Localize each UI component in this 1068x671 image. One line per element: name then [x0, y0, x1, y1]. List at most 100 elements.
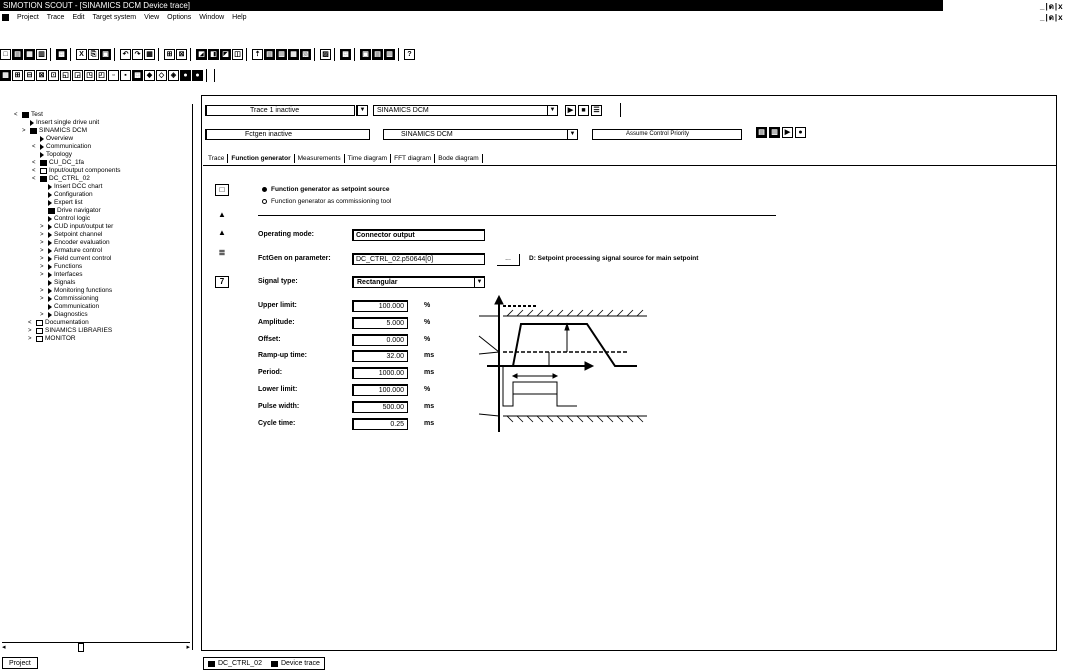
tree-item[interactable]: > CUD input/output ter — [40, 223, 113, 231]
tree-item[interactable]: > Encoder evaluation — [40, 239, 110, 247]
browse-button[interactable]: ... — [497, 254, 520, 266]
tree-item[interactable]: Topology — [32, 151, 72, 159]
arrange-icon[interactable]: ◱ — [60, 69, 71, 81]
new-page-icon[interactable]: □ — [215, 184, 229, 196]
device-icon[interactable]: ◫ — [232, 48, 243, 60]
tree-item[interactable]: < Communication — [32, 143, 91, 151]
scroll-thumb[interactable] — [78, 643, 84, 652]
inner-window-controls[interactable]: _|ด|x — [1040, 11, 1064, 24]
compare-icon[interactable]: ▧ — [300, 48, 311, 60]
tab-bode-diagram[interactable]: Bode diagram — [435, 154, 483, 163]
tree-item[interactable]: > Diagnostics — [40, 311, 88, 319]
tree-item[interactable]: Configuration — [40, 191, 93, 199]
param-input[interactable]: 32.00 — [352, 350, 408, 363]
tab-trace[interactable]: Trace — [205, 154, 229, 163]
expand-icon[interactable]: > — [40, 239, 46, 247]
param-input[interactable]: 5.000 — [352, 316, 408, 329]
target-icon[interactable]: ◪ — [220, 48, 231, 60]
expand-icon[interactable]: > — [40, 231, 46, 239]
play-icon[interactable]: ▶ — [565, 105, 576, 116]
radio-commissioning-tool[interactable]: Function generator as commissioning tool — [262, 198, 391, 205]
collapse-icon[interactable]: < — [28, 319, 34, 327]
trace-icon[interactable]: ▩ — [340, 48, 351, 60]
tab-function-generator[interactable]: Function generator — [228, 154, 295, 163]
tab-time-diagram[interactable]: Time diagram — [345, 154, 392, 163]
tab-project[interactable]: Project — [2, 657, 38, 669]
zoom-fit-icon[interactable]: ◰ — [96, 69, 107, 81]
fctgen-param-field[interactable]: DC_CTRL_02.p50644[0] — [352, 253, 485, 265]
expert-icon[interactable]: ⊞ — [12, 69, 23, 81]
param-input[interactable]: 0.000 — [352, 333, 408, 346]
menu-view[interactable]: View — [144, 14, 159, 21]
properties-icon[interactable]: ≣ — [215, 248, 229, 260]
tree-item[interactable]: Overview — [32, 135, 73, 143]
measure-icon[interactable]: ▩ — [132, 69, 143, 81]
scroll-right-icon[interactable]: ▸ — [186, 643, 190, 651]
expand-icon[interactable]: > — [40, 295, 46, 303]
redo-icon[interactable]: ↷ — [132, 48, 143, 60]
grid-icon[interactable]: ▦ — [144, 48, 155, 60]
expand-icon[interactable]: > — [40, 311, 46, 319]
record-icon[interactable]: ● — [180, 69, 191, 81]
expand-icon[interactable]: > — [40, 271, 46, 279]
load-cpu-icon[interactable]: ▤ — [264, 48, 275, 60]
connect-icon[interactable]: ◩ — [196, 48, 207, 60]
tree-item[interactable]: < Documentation — [28, 319, 89, 327]
marker-icon[interactable]: ▪ — [120, 69, 131, 81]
fctgen-start-icon[interactable]: ▶ — [782, 127, 793, 138]
new-icon[interactable]: □ — [0, 48, 11, 60]
tree-item[interactable]: Communication — [40, 303, 99, 311]
expand-icon[interactable]: > — [40, 223, 46, 231]
menu-target-system[interactable]: Target system — [93, 14, 137, 21]
tree-item[interactable]: > Monitoring functions — [40, 287, 112, 295]
menu-help[interactable]: Help — [232, 14, 246, 21]
upload-icon[interactable]: ⇡ — [252, 48, 263, 60]
expand-icon[interactable]: > — [22, 127, 28, 135]
radio-setpoint-source[interactable]: Function generator as setpoint source — [262, 186, 389, 193]
tree-item[interactable]: < DC_CTRL_02 — [32, 175, 90, 183]
expand-icon[interactable]: > — [40, 247, 46, 255]
trace-select[interactable]: Trace 1 inactive — [205, 105, 355, 116]
collapse-icon[interactable]: < — [32, 143, 38, 151]
cursor-icon[interactable]: ◆ — [144, 69, 155, 81]
cut-icon[interactable]: X — [76, 48, 87, 60]
window-tile-icon[interactable]: ▣ — [360, 48, 371, 60]
scroll-left-icon[interactable]: ◂ — [2, 643, 6, 651]
assume-control-priority-button[interactable]: Assume Control Priority — [592, 129, 742, 140]
menu-project[interactable]: Project — [17, 14, 39, 21]
pan-icon[interactable]: ◇ — [156, 69, 167, 81]
tree-item[interactable]: > Armature control — [40, 247, 102, 255]
menu-window[interactable]: Window — [199, 14, 224, 21]
zoom-out-icon[interactable]: ◳ — [84, 69, 95, 81]
zoom-in-icon[interactable]: ◲ — [72, 69, 83, 81]
tree-item[interactable]: > Commissioning — [40, 295, 98, 303]
accessible-nodes-icon[interactable]: ⊞ — [164, 48, 175, 60]
download-settings-icon[interactable]: ▲ — [215, 228, 229, 240]
expand-icon[interactable]: > — [28, 335, 34, 343]
fctgen-device-select[interactable]: SINAMICS DCM ▼ — [383, 129, 578, 140]
help-page-icon[interactable]: 7 — [215, 276, 229, 288]
copy-ram-rom-icon[interactable]: ▦ — [288, 48, 299, 60]
tree-item[interactable]: Signals — [40, 279, 75, 287]
tree-horizontal-scrollbar[interactable]: ◂ ▸ — [2, 642, 190, 652]
tree-item[interactable]: < CU_DC_1fa — [32, 159, 84, 167]
expand-icon[interactable]: > — [28, 327, 34, 335]
settings-icon[interactable]: ⊡ — [48, 69, 59, 81]
load-all-icon[interactable]: ▥ — [276, 48, 287, 60]
tree-item[interactable]: Insert single drive unit — [22, 119, 99, 127]
expand-icon[interactable]: > — [40, 255, 46, 263]
export-icon[interactable]: ◈ — [168, 69, 179, 81]
tree-item[interactable]: > SINAMICS DCM — [22, 127, 87, 135]
param-input[interactable]: 500.00 — [352, 400, 408, 413]
detail-view-icon[interactable]: ⊟ — [24, 69, 35, 81]
tab-dc-ctrl-02[interactable]: DC_CTRL_02 Device trace — [203, 657, 325, 670]
undo-icon[interactable]: ↶ — [120, 48, 131, 60]
tree-item[interactable]: > SINAMICS LIBRARIES — [28, 327, 112, 335]
menu-options[interactable]: Options — [167, 14, 191, 21]
fctgen-upload-icon[interactable]: ▤ — [756, 127, 767, 138]
upload-settings-icon[interactable]: ▲ — [215, 210, 229, 222]
trace-select-arrow[interactable]: ▼ — [356, 105, 368, 116]
collapse-icon[interactable]: < — [32, 159, 38, 167]
tab-fft-diagram[interactable]: FFT diagram — [391, 154, 436, 163]
paste-icon[interactable]: ▣ — [100, 48, 111, 60]
